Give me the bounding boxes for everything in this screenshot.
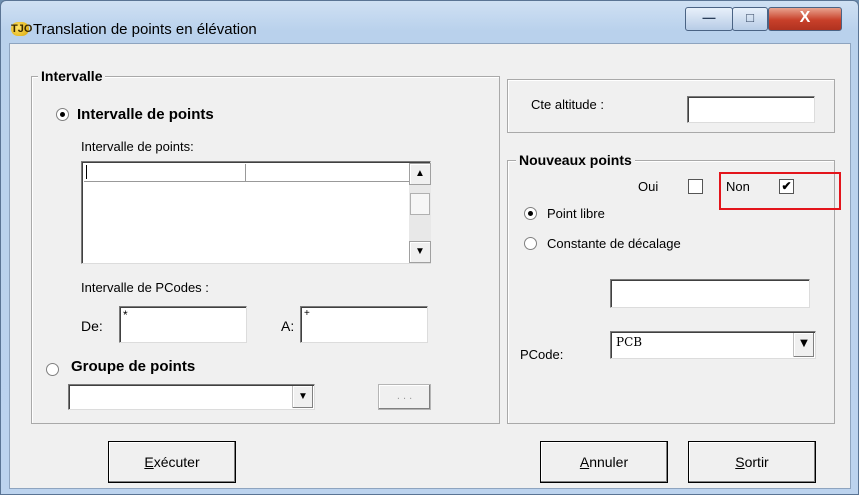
executer-button[interactable]: Exécuter xyxy=(108,441,236,483)
altitude-label: Cte altitude : xyxy=(531,97,604,112)
points-list-label: Intervalle de points: xyxy=(81,139,194,154)
groupe-combo[interactable]: ▼ xyxy=(68,384,315,410)
list-cell-end[interactable] xyxy=(246,164,412,182)
app-logo-icon: TJO xyxy=(11,22,33,36)
pcode-combo-value: PCB xyxy=(616,335,643,349)
nouveaux-points-group: Nouveaux points Oui Non ✔ Point libre Co… xyxy=(507,152,841,424)
radio-intervalle-points-label[interactable]: Intervalle de points xyxy=(77,106,214,123)
radio-groupe-points-label[interactable]: Groupe de points xyxy=(71,358,195,375)
de-label: De: xyxy=(81,318,103,334)
oui-label: Oui xyxy=(638,179,659,194)
decalage-input[interactable] xyxy=(610,279,810,308)
intervalle-legend: Intervalle xyxy=(38,68,106,84)
list-scrollbar[interactable]: ▲ ▼ xyxy=(409,163,431,263)
title-bar[interactable]: TJO Translation de points en élévation —… xyxy=(1,1,858,43)
text-caret xyxy=(86,165,87,179)
chevron-down-icon[interactable]: ▼ xyxy=(793,333,814,357)
a-label: A: xyxy=(281,318,295,334)
pcode-label: PCode: xyxy=(520,347,564,362)
chevron-down-icon[interactable]: ▼ xyxy=(292,386,313,408)
nouveaux-points-legend: Nouveaux points xyxy=(516,152,635,168)
intervalle-group: Intervalle Intervalle de points Interval… xyxy=(31,68,500,424)
non-label: Non xyxy=(726,179,750,194)
altitude-group: Cte altitude : xyxy=(507,79,835,133)
non-checkbox[interactable]: ✔ xyxy=(779,179,794,194)
radio-point-libre-label[interactable]: Point libre xyxy=(547,206,605,221)
checkmark-icon: ✔ xyxy=(781,179,792,193)
points-interval-list[interactable]: ▲ ▼ xyxy=(81,161,431,264)
list-cell-start[interactable] xyxy=(84,164,246,182)
dialog-window: TJO Translation de points en élévation —… xyxy=(0,0,859,495)
scroll-thumb[interactable] xyxy=(410,193,430,215)
minimize-button[interactable]: — xyxy=(685,7,733,31)
pcode-combo[interactable]: PCB ▼ xyxy=(610,331,816,359)
sortir-button[interactable]: Sortir xyxy=(688,441,816,483)
annuler-button[interactable]: Annuler xyxy=(540,441,668,483)
ellipsis-button[interactable]: . . . xyxy=(378,384,431,410)
maximize-button[interactable]: □ xyxy=(732,7,768,31)
scroll-up-button[interactable]: ▲ xyxy=(409,163,431,185)
scroll-down-button[interactable]: ▼ xyxy=(409,241,431,263)
a-input[interactable]: + xyxy=(300,306,428,343)
altitude-input[interactable] xyxy=(687,96,815,123)
radio-constante-decalage-label[interactable]: Constante de décalage xyxy=(547,236,681,251)
radio-point-libre[interactable] xyxy=(524,207,537,220)
radio-constante-decalage[interactable] xyxy=(524,237,537,250)
de-input[interactable]: * xyxy=(119,306,247,343)
radio-intervalle-points[interactable] xyxy=(56,108,69,121)
pcodes-label: Intervalle de PCodes : xyxy=(81,280,209,295)
dialog-client-area: Intervalle Intervalle de points Interval… xyxy=(9,43,851,489)
close-button[interactable]: X xyxy=(768,7,842,31)
oui-checkbox[interactable] xyxy=(688,179,703,194)
radio-groupe-points[interactable] xyxy=(46,363,59,376)
window-title: Translation de points en élévation xyxy=(33,21,257,38)
